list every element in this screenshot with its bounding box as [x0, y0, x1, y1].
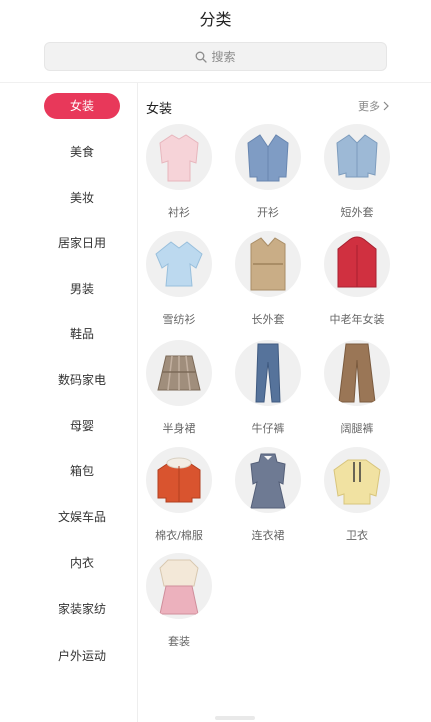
- sidebar-item-beauty[interactable]: 美妆: [44, 185, 120, 211]
- sidebar-item-home-textiles[interactable]: 家装家纺: [44, 596, 120, 622]
- chiffon-top-icon: [155, 241, 203, 287]
- jeans-icon: [255, 343, 281, 403]
- outfit-set-icon: [159, 559, 199, 615]
- section-title: 女装: [146, 102, 173, 117]
- category-label: 牛仔裤: [251, 422, 285, 435]
- hoodie-icon: [333, 459, 381, 505]
- category-label: 连衣裙: [251, 529, 285, 542]
- category-item-cardigan[interactable]: 开衫: [223, 124, 313, 234]
- category-item-denim-jacket[interactable]: 短外套: [312, 124, 402, 234]
- category-item-blouse[interactable]: 衬衫: [134, 124, 224, 234]
- category-label: 衬衫: [168, 206, 190, 219]
- trench-coat-icon: [250, 237, 286, 291]
- category-item-chiffon-top[interactable]: 雪纺衫: [134, 231, 224, 341]
- sidebar-item-bags[interactable]: 箱包: [44, 458, 120, 484]
- cardigan-icon: [247, 134, 289, 182]
- sidebar-item-entertainment-car[interactable]: 文娱车品: [44, 504, 120, 530]
- sidebar-item-home-goods[interactable]: 居家日用: [44, 230, 120, 256]
- category-item-padded-jacket[interactable]: 棉衣/棉服: [134, 447, 224, 557]
- category-label: 阔腿裤: [340, 422, 374, 435]
- category-label: 开衫: [257, 206, 279, 219]
- dress-icon: [250, 453, 286, 509]
- category-item-outfit-set[interactable]: 套装: [134, 553, 224, 663]
- blouse-icon: [159, 134, 199, 182]
- sidebar-item-food[interactable]: 美食: [44, 139, 120, 165]
- padded-jacket-icon: [157, 457, 201, 503]
- category-label: 套装: [168, 635, 190, 648]
- red-coat-icon: [337, 236, 377, 288]
- sidebar-item-digital-appliances[interactable]: 数码家电: [44, 367, 120, 393]
- category-label: 长外套: [251, 313, 285, 326]
- chevron-right-icon: [383, 101, 389, 111]
- home-indicator: [215, 716, 255, 720]
- category-item-wide-pants[interactable]: 阔腿裤: [312, 340, 402, 450]
- category-label: 卫衣: [346, 529, 368, 542]
- page-title: 分类: [199, 10, 232, 29]
- search-icon: [196, 51, 208, 63]
- plaid-skirt-icon: [157, 355, 201, 391]
- category-label: 半身裙: [162, 422, 196, 435]
- category-item-trench-coat[interactable]: 长外套: [223, 231, 313, 341]
- sidebar-item-underwear[interactable]: 内衣: [44, 550, 120, 576]
- sidebar-item-outdoor-sports[interactable]: 户外运动: [44, 643, 120, 669]
- category-label: 中老年女装: [329, 313, 385, 326]
- sidebar-item-shoes[interactable]: 鞋品: [44, 321, 120, 347]
- denim-jacket-icon: [336, 134, 378, 178]
- category-sidebar: 女装 美食 美妆 居家日用 男装 鞋品 数码家电 母婴 箱包 文娱车品 内衣 家…: [0, 83, 138, 722]
- category-label: 短外套: [340, 206, 374, 219]
- category-item-plaid-skirt[interactable]: 半身裙: [134, 340, 224, 450]
- sidebar-item-mother-baby[interactable]: 母婴: [44, 413, 120, 439]
- sidebar-item-mens-clothing[interactable]: 男装: [44, 276, 120, 302]
- category-item-dress[interactable]: 连衣裙: [223, 447, 313, 557]
- category-item-jeans[interactable]: 牛仔裤: [223, 340, 313, 450]
- search-bar[interactable]: 搜索: [44, 42, 387, 71]
- category-label: 棉衣/棉服: [155, 529, 203, 542]
- category-item-hoodie[interactable]: 卫衣: [312, 447, 402, 557]
- section-header: 女装 更多: [146, 98, 390, 118]
- sidebar-item-womens-clothing[interactable]: 女装: [44, 93, 120, 119]
- more-link[interactable]: 更多: [358, 98, 390, 114]
- wide-pants-icon: [338, 343, 376, 403]
- category-label: 雪纺衫: [162, 313, 196, 326]
- category-item-red-coat[interactable]: 中老年女装: [312, 231, 402, 341]
- search-placeholder: 搜索: [211, 50, 236, 64]
- more-label: 更多: [358, 100, 380, 113]
